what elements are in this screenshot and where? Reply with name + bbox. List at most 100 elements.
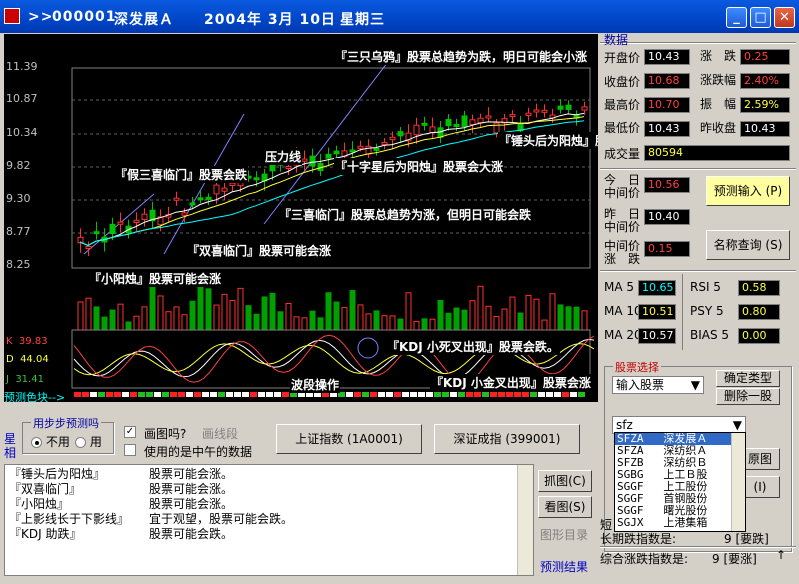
original-chart-button[interactable]: 原图 xyxy=(740,448,780,470)
volume-bar xyxy=(549,293,556,331)
volume-bar xyxy=(245,305,252,331)
divider xyxy=(600,546,796,548)
prediction-color-block xyxy=(170,392,177,397)
volume-bar xyxy=(333,301,340,331)
prediction-color-block xyxy=(282,392,289,397)
prediction-color-block xyxy=(378,392,385,397)
prediction-color-block xyxy=(106,392,113,397)
volume-bar xyxy=(461,309,468,331)
stock-type-select[interactable]: 输入股票 ▼ xyxy=(612,376,704,394)
low-value: 10.43 xyxy=(644,121,690,137)
high-value: 10.70 xyxy=(644,97,690,113)
name-lookup-button[interactable]: 名称查询 (S) xyxy=(706,230,790,260)
chart-checkbox[interactable]: ✓ xyxy=(124,426,136,438)
volume-bar xyxy=(213,304,220,331)
volume-bar xyxy=(557,304,564,331)
annotation: 『锤头后为阳烛』股票可能会涨 xyxy=(498,132,598,149)
volume-bar xyxy=(429,318,436,331)
maximize-button[interactable]: □ xyxy=(750,7,771,28)
prediction-color-block xyxy=(194,392,201,397)
mid-change-value: 0.15 xyxy=(644,241,690,257)
yest-mid-value: 10.40 xyxy=(644,209,690,225)
volume-bar xyxy=(349,290,356,331)
pattern-row: 『双喜临门』 股票可能会涨。 xyxy=(9,482,233,497)
candle-body xyxy=(533,109,540,113)
rsi-label: RSI 5 xyxy=(690,280,721,294)
view-button[interactable]: 看图(S) xyxy=(538,496,592,518)
prediction-color-block xyxy=(234,392,241,397)
volume-bar xyxy=(525,294,532,331)
confirm-type-button[interactable]: 确定类型 xyxy=(716,370,780,387)
pattern-list-scrollbar[interactable] xyxy=(517,465,533,575)
volume-bar xyxy=(357,304,364,331)
result-label[interactable]: 预测结果 xyxy=(540,558,588,575)
minimize-button[interactable]: _ xyxy=(726,7,747,28)
pattern-row: 『上影线长于下影线』 宜于观望，股票可能会跌。 xyxy=(9,512,293,527)
radio-yes-dot[interactable] xyxy=(75,437,86,448)
volume-bar xyxy=(469,300,476,331)
app-icon xyxy=(4,8,20,24)
annotation: 『KDJ 小金叉出现』股票会涨 xyxy=(430,374,592,391)
candle-body xyxy=(389,136,396,141)
yest-mid-label: 昨 日 中间价 xyxy=(604,207,641,234)
volume-bar xyxy=(501,308,508,331)
noon-checkbox[interactable] xyxy=(124,444,136,456)
candle-body xyxy=(421,122,428,126)
volume-bar xyxy=(325,292,332,331)
candlestick-chart: 11.39 10.87 10.34 9.82 9.30 8.77 8.25 『三… xyxy=(4,34,598,402)
ma10-value: 10.51 xyxy=(638,304,676,320)
combined-label: 综合涨跌指数是: xyxy=(600,552,689,566)
sz-index-button[interactable]: 深证成指 (399001) xyxy=(434,424,580,454)
prediction-color-block xyxy=(98,392,105,397)
radio-yes[interactable]: 用 xyxy=(75,433,102,450)
volume-bar xyxy=(157,295,164,331)
divider xyxy=(682,274,683,350)
bias-value: 0.00 xyxy=(738,328,780,344)
prediction-color-block xyxy=(490,392,497,397)
candle-body xyxy=(309,155,316,167)
draw-line-label[interactable]: 画线段 xyxy=(202,425,238,442)
volume-bar xyxy=(309,310,316,331)
dropdown-scrollbar[interactable] xyxy=(731,433,745,531)
prediction-color-block xyxy=(410,392,417,397)
pattern-name: 『KDJ 助跌』 xyxy=(9,527,82,541)
close-label: 收盘价 xyxy=(604,75,641,89)
candle-body xyxy=(325,153,332,159)
candle-body xyxy=(413,124,420,136)
pct-label: 涨跌幅 xyxy=(700,73,737,87)
stock-dropdown-list[interactable]: SFZA 深发展Ａ SFZA 深纺织Ａ SFZB 深纺织Ｂ SGBG 上工Ｂ股 SGGF… xyxy=(614,432,746,532)
rsi-value: 0.58 xyxy=(738,280,780,296)
predict-input-button[interactable]: 预测输入 (P) xyxy=(706,176,790,206)
grab-button[interactable]: 抓图(C) xyxy=(538,470,592,492)
prediction-color-block xyxy=(402,392,409,397)
long-value: 9 [要跌] xyxy=(724,532,769,546)
stock-option[interactable]: SGJX 上港集箱 xyxy=(615,517,745,529)
volume-bar xyxy=(517,312,524,331)
candle-body xyxy=(205,196,212,200)
radio-no[interactable]: 不用 xyxy=(31,433,70,450)
prediction-color-block xyxy=(450,392,457,397)
annotation: 波段操作 xyxy=(290,376,341,393)
volume-bar xyxy=(389,315,396,331)
sh-index-button[interactable]: 上证指数 (1A0001) xyxy=(276,424,422,454)
close-button[interactable]: ✕ xyxy=(774,7,795,28)
volume-bar xyxy=(485,305,492,331)
data-title: 数据 xyxy=(604,33,629,47)
candle-body xyxy=(477,117,484,124)
pattern-name: 『双喜临门』 xyxy=(9,482,82,496)
volume-bar xyxy=(365,313,372,331)
volume-bar xyxy=(573,306,580,331)
prediction-color-block xyxy=(90,392,97,397)
volume-bar xyxy=(253,313,260,331)
catalog-label[interactable]: 图形目录 xyxy=(540,526,588,543)
candle-body xyxy=(429,126,436,133)
volume-bar xyxy=(165,311,172,331)
prediction-color-block xyxy=(538,392,545,397)
radio-no-dot[interactable] xyxy=(31,437,42,448)
volume-bar xyxy=(277,311,284,331)
chevron-down-icon: ▼ xyxy=(732,418,742,432)
l-button[interactable]: (I) xyxy=(740,476,780,498)
step-group-title: 用步步预测吗 xyxy=(31,415,101,431)
ma5-label: MA 5 xyxy=(604,280,635,294)
delete-stock-button[interactable]: 删除一股 xyxy=(716,388,780,405)
